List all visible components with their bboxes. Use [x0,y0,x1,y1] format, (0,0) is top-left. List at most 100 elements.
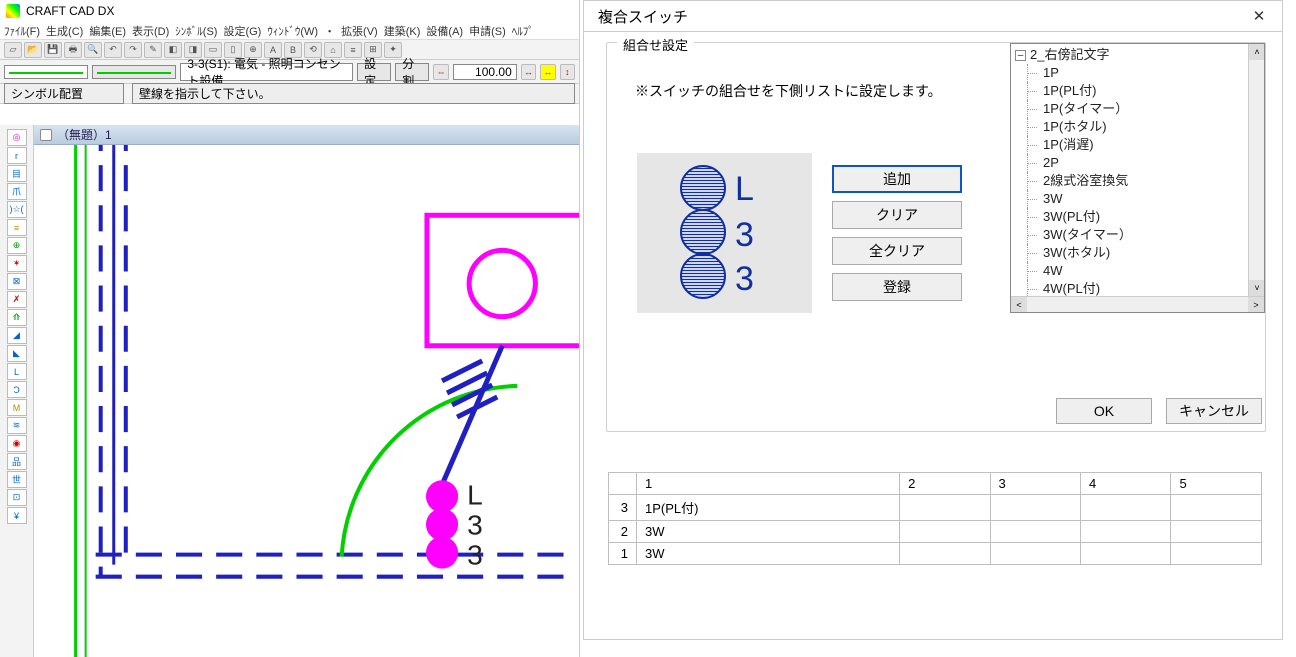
scroll-right-icon[interactable]: ˃ [1248,297,1264,313]
vbtn15-icon[interactable]: Ɔ [7,381,27,398]
menu-settings[interactable]: 設定(G) [223,23,261,39]
tree-item[interactable]: 2線式浴室換気 [1015,172,1246,190]
vbtn11-icon[interactable]: ⟰ [7,309,27,326]
document-tab[interactable]: （無題）1 [34,125,579,145]
vbtn6-icon[interactable]: ≡ [7,219,27,236]
clear-button[interactable]: クリア [832,201,962,229]
table-cell[interactable] [1171,521,1262,543]
tree-item[interactable]: 3W(ホタル) [1015,244,1246,262]
clear-all-button[interactable]: 全クリア [832,237,962,265]
menu-file[interactable]: ﾌｧｲﾙ(F) [4,23,40,39]
tb-zoom-icon[interactable]: 🔍 [84,42,102,58]
col-header[interactable]: 4 [1081,473,1171,495]
table-cell[interactable] [1081,495,1171,521]
tree-root-label[interactable]: 2_右傍記文字 [1030,46,1109,64]
tb-misc1-icon[interactable]: ✎ [144,42,162,58]
menu-symbol[interactable]: ｼﾝﾎﾞﾙ(S) [175,23,217,39]
vbtn4-icon[interactable]: 爪 [7,183,27,200]
menu-arch[interactable]: 建築(K) [384,23,421,39]
menubar[interactable]: ﾌｧｲﾙ(F) 生成(C) 編集(E) 表示(D) ｼﾝﾎﾞﾙ(S) 設定(G)… [0,22,579,40]
tb-arrow3-icon[interactable]: ↕ [560,64,575,80]
switch-tree[interactable]: – 2_右傍記文字 1P1P(PL付)1P(タイマー）1P(ホタル)1P(消遅)… [1010,43,1265,313]
tb-open-icon[interactable]: 📂 [24,42,42,58]
scale-input[interactable] [453,64,517,80]
vbtn2-icon[interactable]: r [7,147,27,164]
tb-redo-icon[interactable]: ↷ [124,42,142,58]
vbtn21-icon[interactable]: ⊡ [7,489,27,506]
tree-root[interactable]: – 2_右傍記文字 [1015,46,1246,64]
vbtn16-icon[interactable]: M [7,399,27,416]
col-header[interactable]: 1 [637,473,900,495]
table-cell[interactable] [990,521,1080,543]
table-cell[interactable]: 1P(PL付) [637,495,900,521]
menu-edit[interactable]: 編集(E) [89,23,126,39]
tree-item[interactable]: 1P(ホタル) [1015,118,1246,136]
table-cell[interactable] [900,521,990,543]
scroll-left-icon[interactable]: ˂ [1011,297,1027,313]
vbtn13-icon[interactable]: ◣ [7,345,27,362]
table-row[interactable]: 13W [609,543,1262,565]
tree-scroll-horizontal[interactable]: ˂ ˃ [1011,296,1264,312]
tree-item[interactable]: 3W(PL付) [1015,208,1246,226]
table-cell[interactable] [1171,495,1262,521]
vbtn10-icon[interactable]: ✗ [7,291,27,308]
tb-dim-icon[interactable]: ⇔ [433,64,448,80]
tree-item[interactable]: 1P(タイマー） [1015,100,1246,118]
table-cell[interactable] [900,495,990,521]
drawing-canvas[interactable]: L 3 3 [34,145,579,657]
table-cell[interactable] [1171,543,1262,565]
vbtn1-icon[interactable]: ◎ [7,129,27,146]
table-cell[interactable] [990,495,1080,521]
table-cell[interactable]: 3W [637,543,900,565]
table-row[interactable]: 23W [609,521,1262,543]
menu-help[interactable]: ﾍﾙﾌﾟ [512,23,534,39]
tree-item[interactable]: 3W [1015,190,1246,208]
ok-button[interactable]: OK [1056,398,1152,424]
tb-misc13-icon[interactable]: ✦ [384,42,402,58]
vbtn5-icon[interactable]: )☆( [7,201,27,218]
table-cell[interactable] [1081,543,1171,565]
table-cell[interactable] [1081,521,1171,543]
table-cell[interactable] [990,543,1080,565]
menu-facility[interactable]: 設備(A) [426,23,463,39]
vbtn12-icon[interactable]: ◢ [7,327,27,344]
scroll-down-icon[interactable]: ˅ [1249,280,1265,296]
tree-item[interactable]: 4W [1015,262,1246,280]
menu-ext[interactable]: 拡張(V) [341,23,378,39]
linestyle-1[interactable] [4,65,88,79]
close-icon[interactable]: ✕ [1244,4,1274,28]
cancel-button[interactable]: キャンセル [1166,398,1262,424]
col-header[interactable]: 3 [990,473,1080,495]
tb-misc2-icon[interactable]: ◧ [164,42,182,58]
table-row[interactable]: 31P(PL付) [609,495,1262,521]
vbtn14-icon[interactable]: L [7,363,27,380]
table-cell[interactable]: 3W [637,521,900,543]
vbtn22-icon[interactable]: ¥ [7,507,27,524]
menu-apply[interactable]: 申請(S) [469,23,506,39]
vbtn3-icon[interactable]: 目 [7,165,27,182]
tree-item[interactable]: 1P [1015,64,1246,82]
tb-new-icon[interactable]: ▱ [4,42,22,58]
menu-create[interactable]: 生成(C) [46,23,83,39]
col-header[interactable]: 5 [1171,473,1262,495]
tb-undo-icon[interactable]: ↶ [104,42,122,58]
vbtn7-icon[interactable]: ⊕ [7,237,27,254]
tb-arrow2-icon[interactable]: ↔ [540,64,555,80]
collapse-icon[interactable]: – [1015,50,1026,61]
tb-misc11-icon[interactable]: ≡ [344,42,362,58]
vbtn20-icon[interactable]: 世 [7,471,27,488]
tb-arrow-icon[interactable]: ↔ [521,64,536,80]
add-button[interactable]: 追加 [832,165,962,193]
vbtn9-icon[interactable]: ⊠ [7,273,27,290]
tree-item[interactable]: 1P(PL付) [1015,82,1246,100]
vbtn8-icon[interactable]: ✶ [7,255,27,272]
vbtn19-icon[interactable]: 品 [7,453,27,470]
tree-item[interactable]: 1P(消遅) [1015,136,1246,154]
register-button[interactable]: 登録 [832,273,962,301]
layer-desc[interactable]: 3-3(S1): 電気 - 照明コンセント設備 [180,63,353,81]
col-header[interactable]: 2 [900,473,990,495]
menu-window[interactable]: ｳｨﾝﾄﾞｳ(W) [267,23,318,39]
tb-print-icon[interactable]: 🖶 [64,42,82,58]
vbtn17-icon[interactable]: ≋ [7,417,27,434]
scroll-up-icon[interactable]: ˄ [1249,44,1265,60]
